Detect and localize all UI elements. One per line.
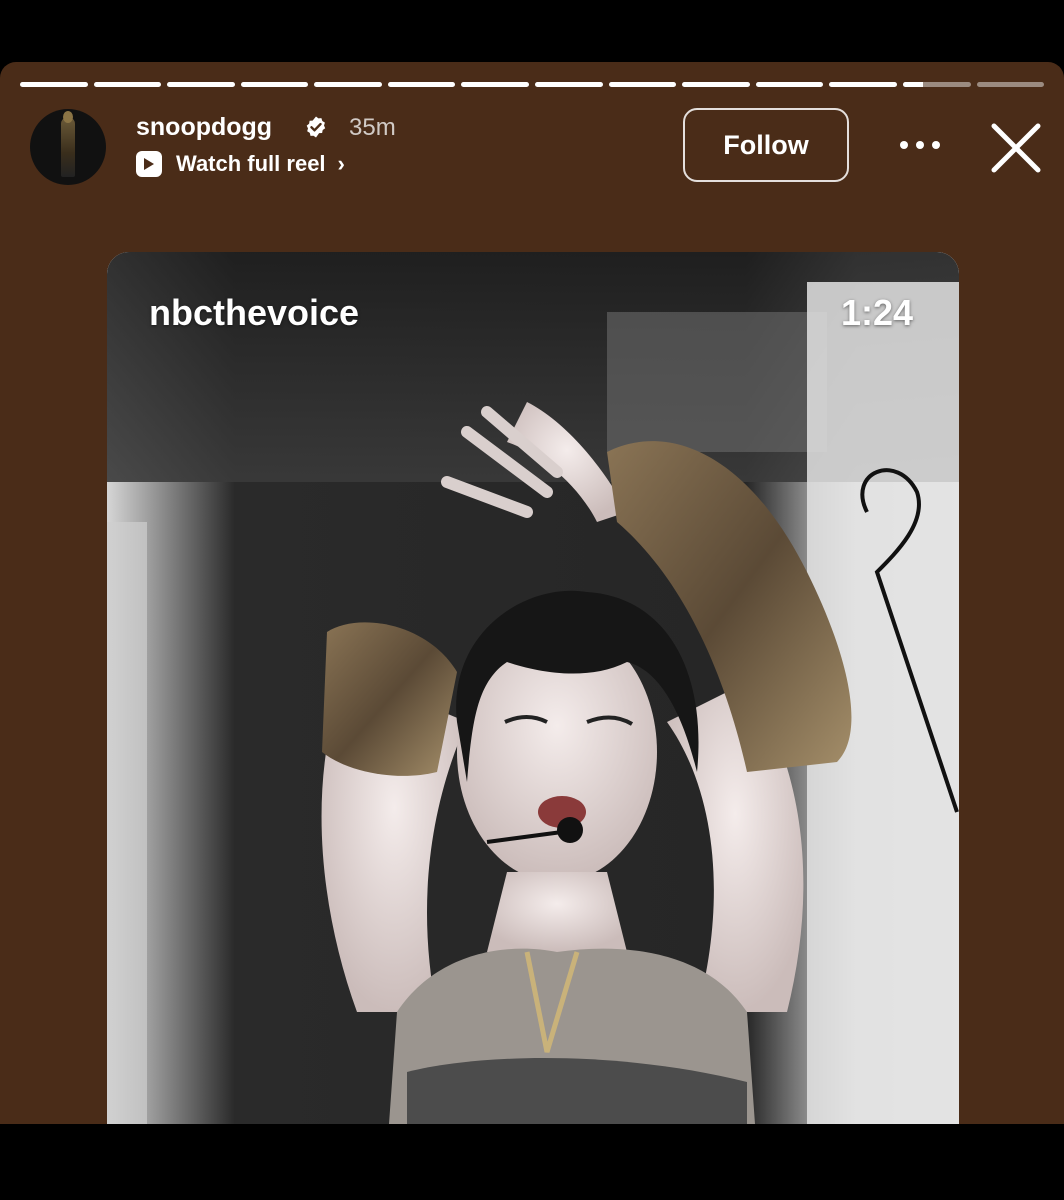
story-viewer[interactable]: snoopdogg 35m Watch full reel › Follow n… — [0, 62, 1064, 1124]
post-time: 35m — [349, 114, 396, 141]
reel-thumbnail-image — [107, 252, 959, 1124]
progress-segment-fill — [93, 82, 162, 87]
progress-segment-fill — [755, 82, 824, 87]
progress-segment — [93, 82, 162, 87]
progress-segment — [829, 82, 897, 87]
avatar-head — [63, 111, 73, 123]
progress-segment-fill — [535, 82, 603, 87]
progress-segment-fill — [167, 82, 235, 87]
story-progress-bar — [20, 82, 1045, 87]
progress-segment-fill — [20, 82, 88, 87]
username[interactable]: snoopdogg — [136, 113, 272, 142]
avatar-figure — [61, 117, 75, 177]
progress-segment-fill — [240, 82, 309, 87]
watch-full-reel-link[interactable]: Watch full reel › — [136, 151, 345, 177]
reel-username: nbcthevoice — [149, 292, 360, 333]
progress-segment — [608, 82, 677, 87]
progress-segment-fill — [682, 82, 750, 87]
progress-segment — [387, 82, 456, 87]
reel-play-icon — [136, 151, 162, 177]
progress-segment-fill — [608, 82, 677, 87]
progress-segment-fill — [461, 82, 530, 87]
progress-segment — [976, 82, 1045, 87]
follow-button[interactable]: Follow — [683, 108, 849, 182]
progress-segment — [682, 82, 750, 87]
chevron-right-icon: › — [337, 151, 345, 176]
close-icon[interactable] — [988, 120, 1044, 176]
shared-reel-card[interactable]: nbcthevoice 1:24 — [107, 252, 959, 1124]
watch-full-reel-label: Watch full reel — [176, 151, 326, 176]
progress-segment — [20, 82, 88, 87]
progress-segment — [755, 82, 824, 87]
reel-duration: 1:24 — [840, 292, 913, 333]
more-options-icon[interactable] — [898, 135, 942, 155]
progress-segment-fill — [314, 82, 382, 87]
progress-segment-fill — [902, 82, 924, 87]
progress-segment — [902, 82, 971, 87]
progress-segment-fill — [829, 82, 897, 87]
verified-badge-icon — [306, 116, 326, 138]
progress-segment — [167, 82, 235, 87]
progress-segment — [535, 82, 603, 87]
avatar[interactable] — [30, 109, 106, 185]
progress-segment — [240, 82, 309, 87]
progress-segment-fill — [387, 82, 456, 87]
progress-segment — [461, 82, 530, 87]
progress-segment — [314, 82, 382, 87]
